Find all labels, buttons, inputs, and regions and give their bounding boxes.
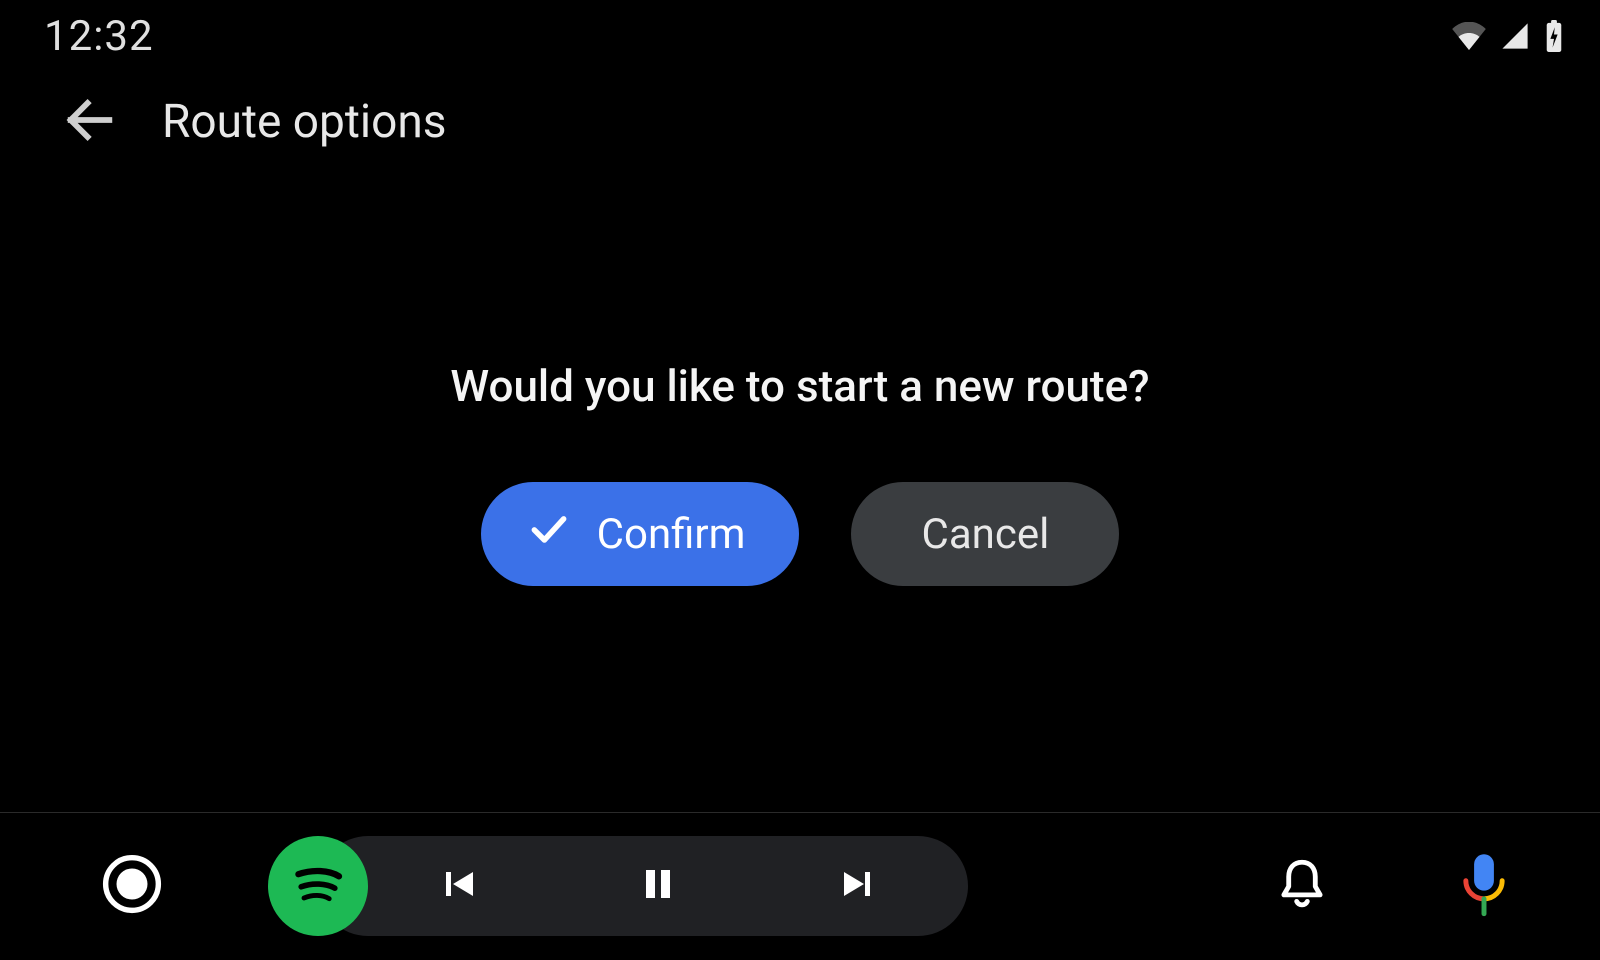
circle-icon bbox=[101, 853, 163, 919]
pause-button[interactable] bbox=[628, 856, 688, 916]
wifi-icon bbox=[1452, 22, 1486, 50]
media-controls bbox=[268, 836, 968, 936]
spotify-icon bbox=[283, 849, 353, 923]
bottom-bar bbox=[0, 812, 1600, 960]
cancel-button[interactable]: Cancel bbox=[851, 482, 1119, 586]
skip-next-icon bbox=[834, 860, 882, 912]
assistant-button[interactable] bbox=[1448, 850, 1520, 922]
arrow-back-icon bbox=[61, 91, 119, 153]
check-icon bbox=[527, 507, 571, 562]
pause-icon bbox=[634, 860, 682, 912]
cellular-icon bbox=[1500, 22, 1530, 50]
status-icons bbox=[1452, 20, 1564, 52]
back-button[interactable] bbox=[54, 86, 126, 158]
confirm-button[interactable]: Confirm bbox=[481, 482, 800, 586]
confirm-label: Confirm bbox=[597, 510, 746, 559]
status-bar: 12:32 bbox=[0, 0, 1600, 72]
cancel-label: Cancel bbox=[921, 510, 1049, 559]
next-button[interactable] bbox=[828, 856, 888, 916]
google-mic-icon bbox=[1457, 851, 1511, 921]
media-pill bbox=[318, 836, 968, 936]
dialog-actions: Confirm Cancel bbox=[481, 482, 1120, 586]
bottom-right-group bbox=[1266, 850, 1520, 922]
previous-button[interactable] bbox=[428, 856, 488, 916]
notifications-button[interactable] bbox=[1266, 850, 1338, 922]
battery-charging-icon bbox=[1544, 20, 1564, 52]
header: Route options bbox=[54, 86, 446, 158]
skip-previous-icon bbox=[434, 860, 482, 912]
dialog-message: Would you like to start a new route? bbox=[450, 360, 1149, 412]
dialog: Would you like to start a new route? Con… bbox=[0, 360, 1600, 586]
status-time: 12:32 bbox=[44, 12, 154, 61]
page-title: Route options bbox=[162, 95, 446, 149]
bell-icon bbox=[1273, 855, 1331, 917]
launcher-button[interactable] bbox=[96, 850, 168, 922]
media-app-button[interactable] bbox=[268, 836, 368, 936]
